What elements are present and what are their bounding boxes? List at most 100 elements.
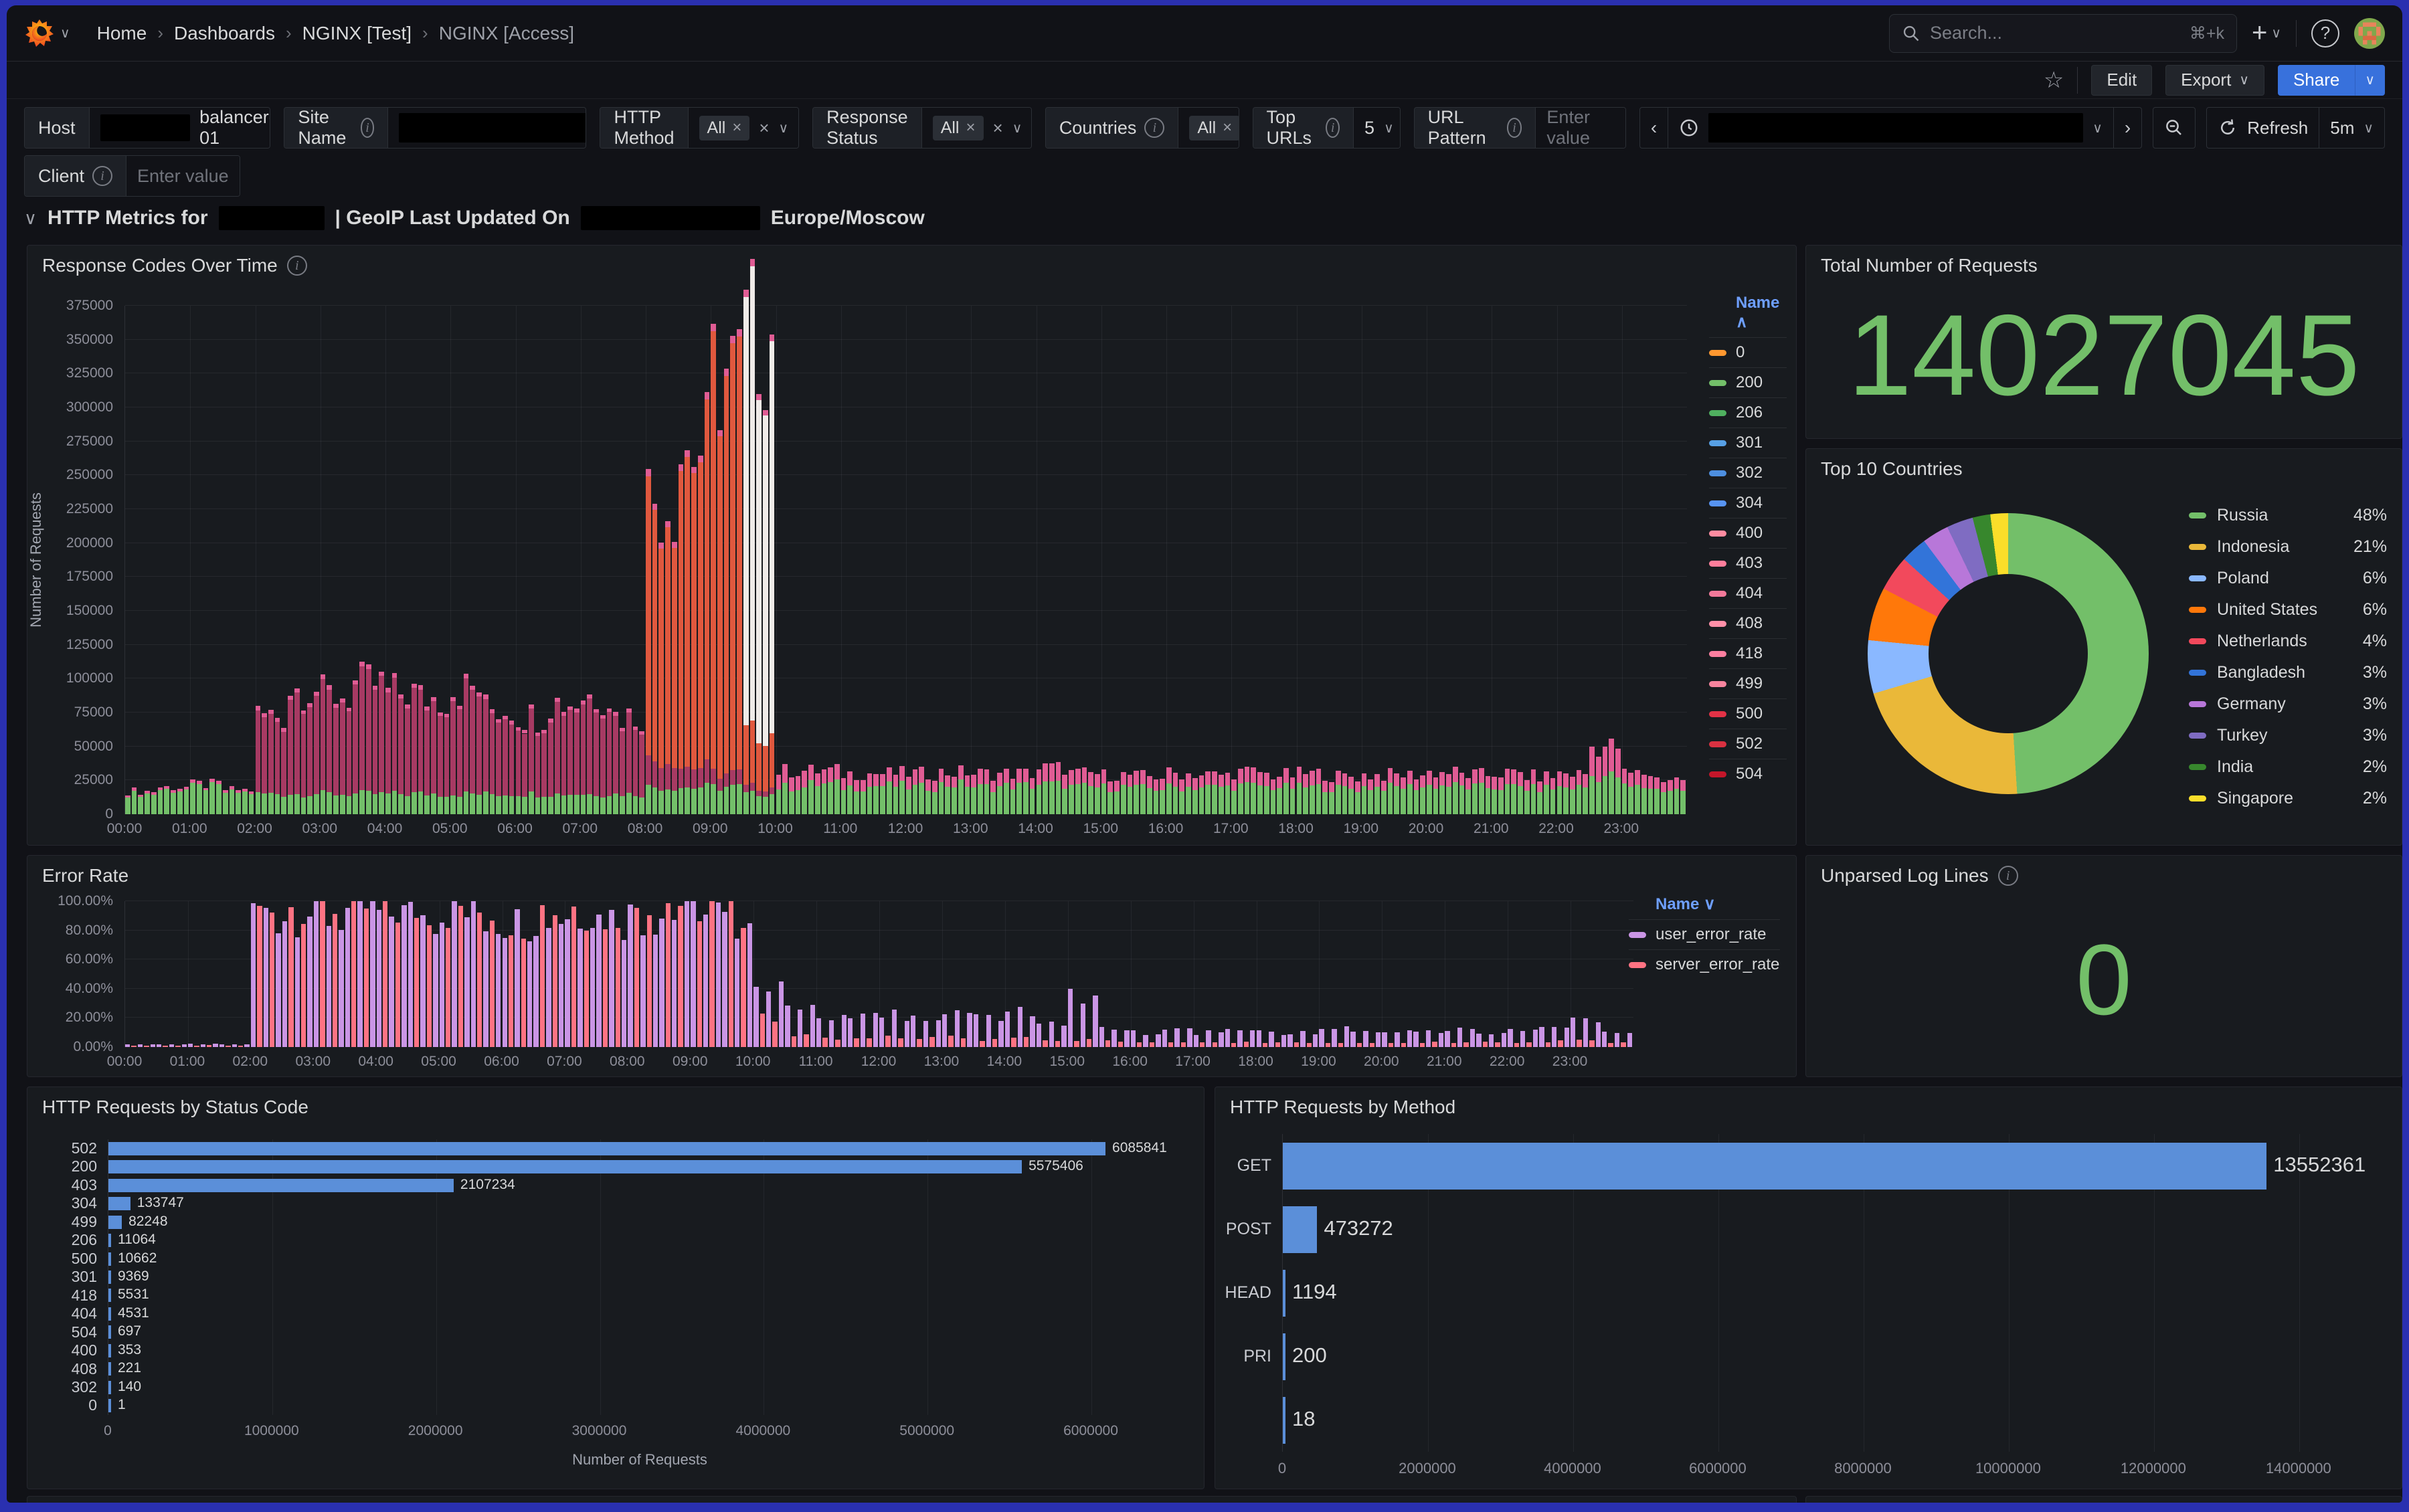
remove-chip-icon[interactable]: × — [966, 118, 976, 137]
panel-title[interactable]: HTTP Requests by Status Code — [42, 1097, 308, 1118]
stacked-bar-segment — [1563, 773, 1569, 787]
time-range-picker[interactable]: ∨ — [1668, 107, 2114, 149]
new-button[interactable]: + ∨ — [2252, 18, 2281, 48]
legend-item[interactable]: server_error_rate — [1629, 949, 1780, 979]
org-switcher[interactable]: ∨ — [24, 18, 70, 49]
legend-sort-header[interactable]: Name ∨ — [1629, 890, 1780, 919]
search-input[interactable]: Search... ⌘+k — [1889, 14, 2237, 53]
stacked-bar-segment — [873, 774, 879, 786]
info-icon[interactable]: i — [1144, 118, 1164, 138]
error-bar — [1061, 1026, 1066, 1047]
legend-item[interactable]: 418 — [1709, 638, 1787, 668]
country-legend-item[interactable]: United States6% — [2189, 594, 2387, 626]
stacked-bar-segment — [1219, 787, 1224, 814]
time-shift-back-button[interactable]: ‹ — [1639, 107, 1668, 149]
legend-item[interactable]: 403 — [1709, 548, 1787, 578]
share-button[interactable]: Share — [2278, 65, 2355, 96]
filter-http-method-value[interactable]: All × × ∨ — [689, 108, 800, 148]
breadcrumb-dashboards[interactable]: Dashboards — [174, 23, 275, 44]
legend-item[interactable]: 302 — [1709, 458, 1787, 488]
info-icon[interactable]: i — [1507, 118, 1522, 138]
panel-title[interactable]: Error Rate — [42, 865, 128, 886]
error-bar — [238, 1046, 243, 1047]
error-bar — [1281, 1035, 1286, 1047]
country-legend-item[interactable]: India2% — [2189, 751, 2387, 783]
legend-item[interactable]: 200 — [1709, 367, 1787, 397]
share-menu-button[interactable]: ∨ — [2355, 65, 2385, 96]
legend-item[interactable]: 408 — [1709, 608, 1787, 638]
category-label: 499 — [29, 1213, 97, 1231]
time-shift-forward-button[interactable]: › — [2114, 107, 2142, 149]
filter-countries-value[interactable]: All × × ∨ — [1178, 108, 1239, 148]
info-icon[interactable]: i — [361, 118, 375, 138]
remove-chip-icon[interactable]: × — [732, 118, 741, 137]
country-legend-item[interactable]: Germany3% — [2189, 688, 2387, 720]
filter-url-pattern-input[interactable]: Enter value — [1536, 108, 1625, 148]
filter-top-urls-value[interactable]: 5 ∨ — [1354, 108, 1401, 148]
filter-chip[interactable]: All × — [699, 116, 750, 140]
legend-item[interactable]: 301 — [1709, 428, 1787, 458]
clear-all-icon[interactable]: × — [993, 118, 1003, 138]
country-legend-item[interactable]: Singapore2% — [2189, 783, 2387, 814]
country-legend-item[interactable]: Turkey3% — [2189, 720, 2387, 751]
info-icon[interactable]: i — [287, 256, 307, 276]
export-button[interactable]: Export ∨ — [2165, 65, 2264, 96]
legend-item[interactable]: 206 — [1709, 397, 1787, 428]
refresh-interval-picker[interactable]: 5m ∨ — [2319, 107, 2385, 149]
country-legend-item[interactable]: Netherlands4% — [2189, 626, 2387, 657]
stacked-bar-segment — [132, 791, 137, 814]
legend-item[interactable]: 502 — [1709, 729, 1787, 759]
panel-title[interactable]: HTTP Requests by Method — [1230, 1097, 1455, 1118]
star-button[interactable]: ☆ — [2044, 67, 2064, 94]
filter-client-input[interactable]: Enter value — [126, 156, 240, 196]
country-legend-item[interactable]: Indonesia21% — [2189, 531, 2387, 563]
legend-item[interactable]: 404 — [1709, 578, 1787, 608]
breadcrumb-home[interactable]: Home — [97, 23, 147, 44]
country-legend-item[interactable]: Russia48% — [2189, 500, 2387, 531]
help-button[interactable]: ? — [2311, 19, 2339, 48]
error-bar — [1068, 989, 1073, 1047]
stacked-bar-segment — [1271, 779, 1276, 790]
filter-host-value[interactable]: balancer-01 ∨ — [90, 108, 271, 148]
stacked-bar-segment — [1446, 787, 1451, 814]
legend-label: 302 — [1736, 464, 1763, 482]
legend-item[interactable]: 400 — [1709, 518, 1787, 548]
legend-item[interactable]: 499 — [1709, 668, 1787, 698]
legend-sort-header[interactable]: Name ∧ — [1709, 290, 1787, 337]
country-legend-item[interactable]: Poland6% — [2189, 563, 2387, 594]
chevron-down-icon: ∨ — [2271, 25, 2281, 41]
row-collapse-icon[interactable]: ∨ — [24, 208, 37, 229]
filter-site-name-value[interactable]: ∨ — [388, 108, 586, 148]
breadcrumb-folder[interactable]: NGINX [Test] — [302, 23, 412, 44]
row-title-prefix[interactable]: HTTP Metrics for — [48, 207, 208, 229]
filter-response-status-value[interactable]: All × × ∨ — [922, 108, 1032, 148]
stacked-bar-segment — [1192, 790, 1198, 814]
refresh-button[interactable]: Refresh — [2206, 107, 2319, 149]
error-bar — [1024, 1037, 1029, 1047]
filter-countries-label: Countries i — [1046, 108, 1179, 148]
error-bar — [333, 914, 337, 1047]
edit-button[interactable]: Edit — [2091, 65, 2152, 96]
info-icon[interactable]: i — [1326, 118, 1340, 138]
filter-chip[interactable]: All × — [933, 116, 984, 140]
time-zoom-out-button[interactable] — [2153, 107, 2196, 149]
panel-title[interactable]: Response Codes Over Time i — [42, 255, 307, 276]
legend-item[interactable]: 0 — [1709, 337, 1787, 367]
legend-item[interactable]: 304 — [1709, 488, 1787, 518]
info-icon[interactable]: i — [92, 166, 112, 186]
x-tick-label: 00:00 — [107, 821, 143, 837]
clear-all-icon[interactable]: × — [759, 118, 769, 138]
error-bar — [936, 1020, 941, 1047]
stacked-bar-segment — [555, 702, 560, 793]
legend-item[interactable]: user_error_rate — [1629, 919, 1780, 949]
stacked-bar-segment — [691, 769, 697, 789]
category-label: 0 — [29, 1396, 97, 1414]
filter-chip[interactable]: All × — [1189, 116, 1239, 140]
legend-item[interactable]: 500 — [1709, 698, 1787, 729]
legend-item[interactable]: 504 — [1709, 759, 1787, 789]
remove-chip-icon[interactable]: × — [1223, 118, 1232, 137]
panel-title[interactable]: Top 10 Countries — [1821, 458, 1963, 480]
user-avatar[interactable] — [2354, 18, 2385, 49]
stacked-bar-segment — [756, 743, 762, 791]
country-legend-item[interactable]: Bangladesh3% — [2189, 657, 2387, 688]
